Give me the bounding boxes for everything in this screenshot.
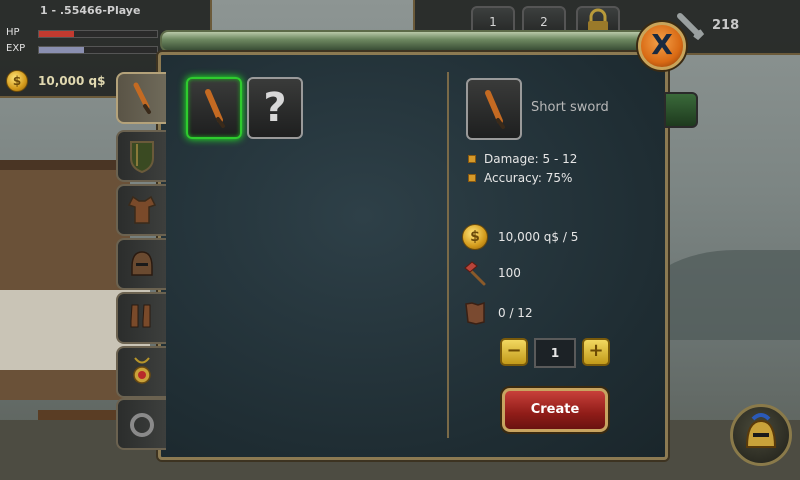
stat-text: Damage: 5 - 12 xyxy=(484,152,578,166)
side-decoration xyxy=(664,92,698,128)
tab-amulets[interactable] xyxy=(116,346,166,398)
exp-label: EXP xyxy=(6,43,26,54)
bullet-icon xyxy=(468,174,476,182)
tab-helmets[interactable] xyxy=(116,238,166,290)
tab-boots[interactable] xyxy=(116,292,166,344)
create-button[interactable]: Create xyxy=(502,388,608,432)
stat-text: Accuracy: 75% xyxy=(484,171,573,185)
item-slot-short-sword[interactable] xyxy=(186,77,242,139)
selected-item-preview xyxy=(466,78,522,140)
hammer-icon xyxy=(462,260,488,286)
hp-label: HP xyxy=(6,27,20,38)
panel-divider xyxy=(447,72,449,438)
item-name: Short sword xyxy=(531,100,609,115)
tab-shields[interactable] xyxy=(116,130,166,182)
hp-bar-fill xyxy=(39,31,75,37)
sword-count: 218 xyxy=(712,18,740,33)
exp-bar xyxy=(38,46,158,54)
player-name: 1 - .55466-Playe xyxy=(40,4,141,17)
short-sword-icon xyxy=(205,89,225,128)
hp-bar xyxy=(38,30,158,38)
gold-amount: 10,000 q$ xyxy=(38,74,106,88)
gold-cost: 10,000 q$ / 5 xyxy=(498,230,579,244)
bullet-icon xyxy=(468,155,476,163)
increase-quantity-button[interactable]: + xyxy=(582,338,610,366)
exp-bar-fill xyxy=(39,47,84,53)
hammer-value: 100 xyxy=(498,266,521,280)
amulet-icon xyxy=(133,357,151,384)
unknown-item-icon: ? xyxy=(263,85,287,131)
item-slot-unknown[interactable]: ? xyxy=(247,77,303,139)
requirement-hammer: 100 xyxy=(462,260,521,286)
dialog-top-bar xyxy=(160,30,650,52)
decrease-quantity-button[interactable]: − xyxy=(500,338,528,366)
leather-icon xyxy=(462,300,488,326)
coin-icon: $ xyxy=(462,224,488,250)
helmet-icon xyxy=(745,413,777,448)
requirement-materials: 0 / 12 xyxy=(462,300,533,326)
armor-icon xyxy=(127,195,157,224)
tab-armor[interactable] xyxy=(116,184,166,236)
coin-icon: $ xyxy=(6,70,28,92)
character-menu-button[interactable] xyxy=(730,404,792,466)
dagger-icon xyxy=(133,82,151,114)
quantity-field[interactable]: 1 xyxy=(534,338,576,368)
bench xyxy=(38,410,118,420)
tab-weapons[interactable] xyxy=(116,72,166,124)
close-button[interactable]: X xyxy=(638,22,686,70)
gold-display: $ 10,000 q$ xyxy=(6,70,105,92)
helmet-icon xyxy=(131,251,153,276)
tab-rings[interactable] xyxy=(116,398,166,450)
stat-accuracy: Accuracy: 75% xyxy=(468,171,572,185)
materials-value: 0 / 12 xyxy=(498,306,533,320)
boots-icon xyxy=(130,304,151,328)
shield-icon xyxy=(130,141,154,174)
requirement-gold: $ 10,000 q$ / 5 xyxy=(462,224,578,250)
stat-damage: Damage: 5 - 12 xyxy=(468,152,577,166)
short-sword-icon xyxy=(485,90,505,129)
ring-icon xyxy=(130,413,154,437)
